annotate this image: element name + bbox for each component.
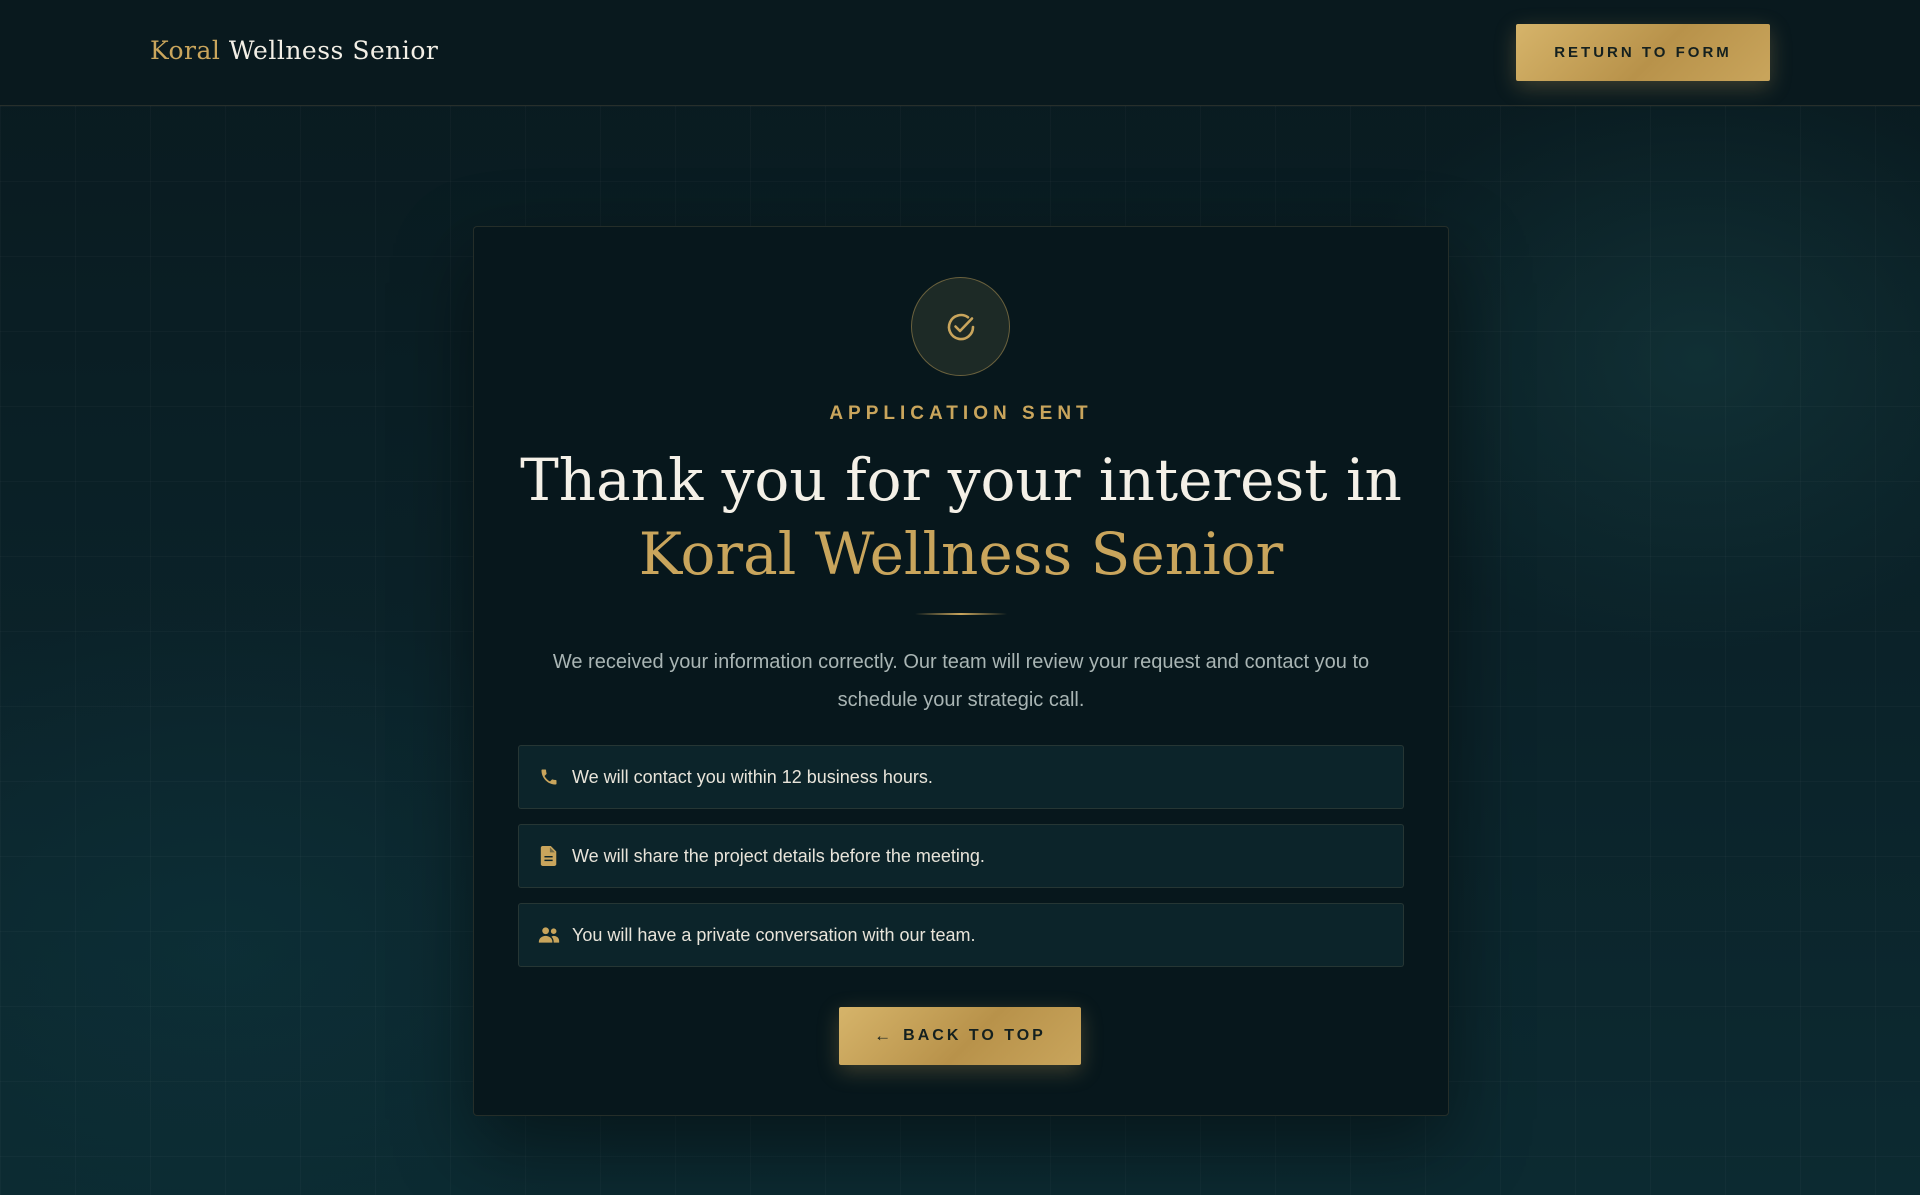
info-item-text: We will share the project details before…: [572, 845, 985, 866]
arrow-left-icon: ←: [874, 1026, 892, 1045]
logo-wellness-senior: Wellness Senior: [228, 36, 439, 65]
status-eyebrow: APPLICATION SENT: [829, 403, 1093, 424]
document-icon: [538, 845, 560, 867]
top-navigation-bar: Koral Wellness Senior RETURN TO FORM: [0, 0, 1920, 106]
back-to-top-label: BACK TO TOP: [903, 1027, 1046, 1044]
title-line-2: Koral Wellness Senior: [638, 520, 1284, 588]
page-title: Thank you for your interest in Koral Wel…: [474, 443, 1448, 591]
info-item-details: We will share the project details before…: [518, 824, 1404, 888]
confirmation-description: We received your information correctly. …: [552, 651, 1370, 711]
logo-koral: Koral: [150, 36, 221, 65]
info-item-text: You will have a private conversation wit…: [572, 924, 976, 945]
back-to-top-button[interactable]: ← BACK TO TOP: [839, 1007, 1081, 1065]
info-item-text: We will contact you within 12 business h…: [572, 766, 933, 787]
title-divider: [915, 613, 1007, 615]
users-icon: [538, 924, 560, 946]
phone-icon: [538, 766, 560, 788]
info-item-conversation: You will have a private conversation wit…: [518, 903, 1404, 967]
title-line-1: Thank you for your interest in: [520, 446, 1402, 514]
check-circle-icon: [911, 277, 1010, 376]
confirmation-card: APPLICATION SENT Thank you for your inte…: [473, 226, 1449, 1116]
return-to-form-button[interactable]: RETURN TO FORM: [1516, 24, 1770, 81]
brand-logo[interactable]: Koral Wellness Senior: [150, 36, 438, 65]
info-item-contact: We will contact you within 12 business h…: [518, 745, 1404, 809]
